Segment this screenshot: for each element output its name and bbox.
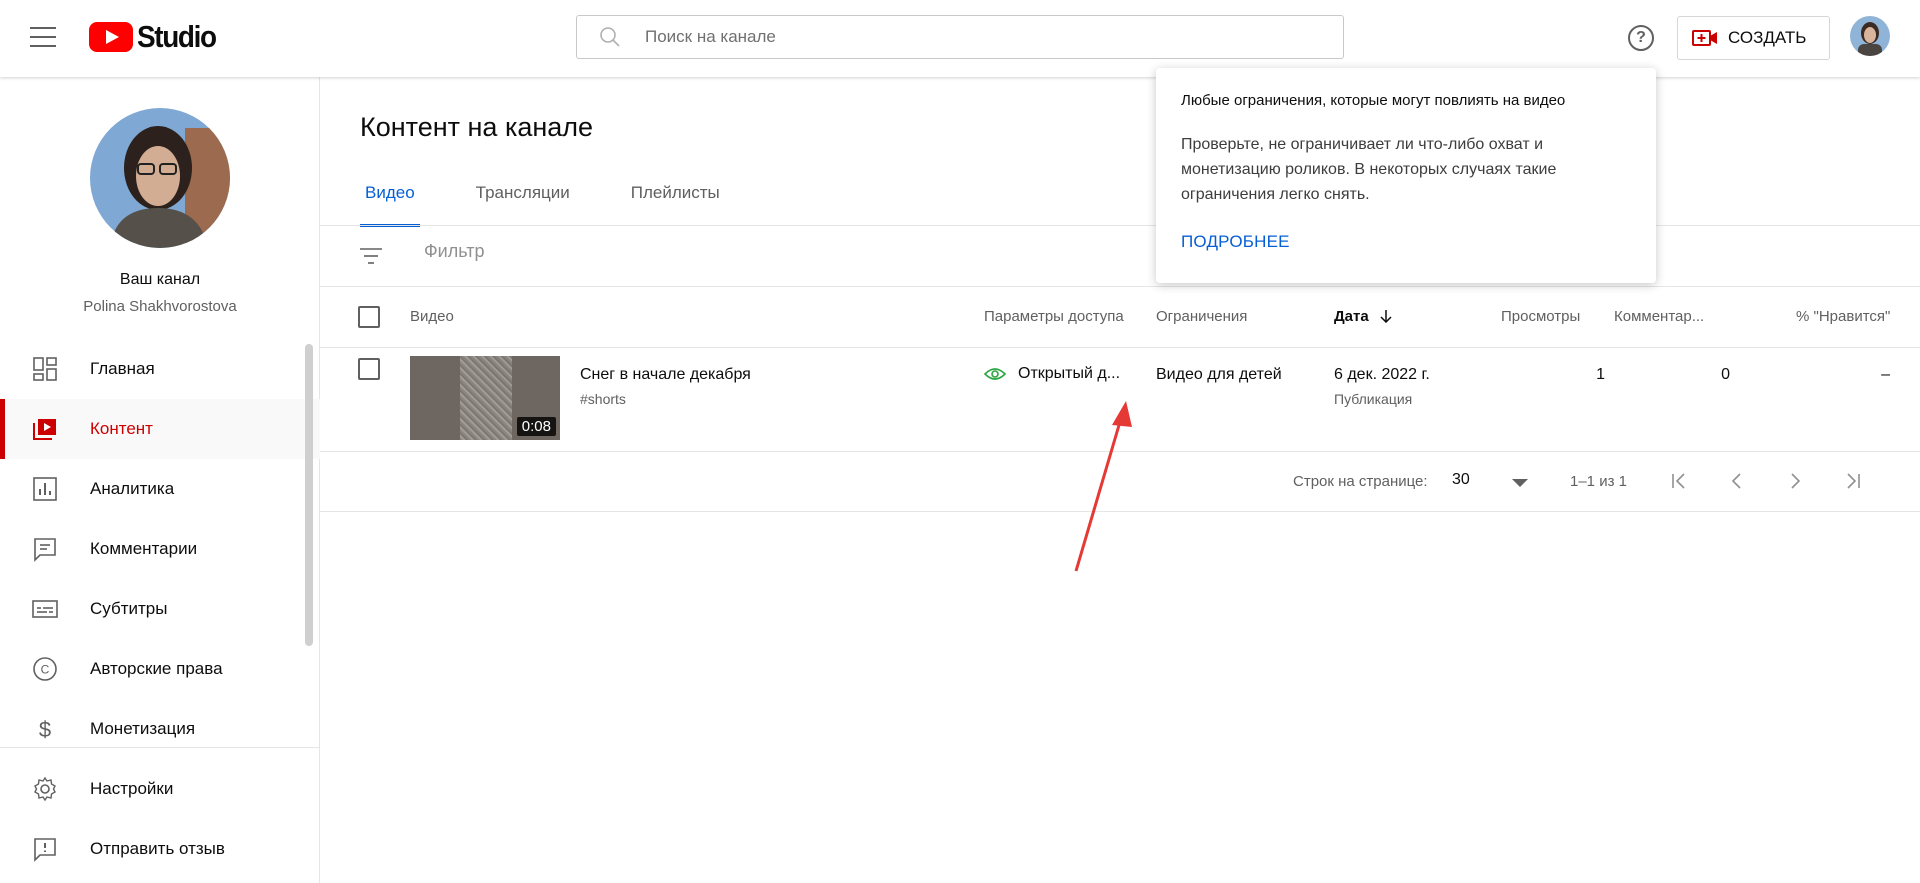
sidebar-item-label: Контент <box>90 419 153 438</box>
date-value: 6 дек. 2022 г. <box>1334 366 1430 383</box>
account-avatar[interactable] <box>1850 16 1890 56</box>
sidebar-item-monetization[interactable]: $ Монетизация <box>0 699 320 759</box>
content-icon <box>33 419 56 440</box>
sidebar-item-dashboard[interactable]: Главная <box>0 339 320 399</box>
column-header-likes[interactable]: % "Нравится" <box>1796 308 1890 325</box>
column-header-visibility[interactable]: Параметры доступа <box>984 308 1124 325</box>
sidebar-item-content[interactable]: Контент <box>0 399 320 459</box>
video-duration: 0:08 <box>516 417 556 436</box>
subtitles-icon <box>32 600 58 618</box>
sidebar-scrollbar[interactable] <box>305 344 313 646</box>
menu-icon[interactable] <box>30 27 56 47</box>
content-tabs: Видео Трансляции Плейлисты <box>360 173 776 227</box>
video-description: #shorts <box>580 391 626 407</box>
visibility-dropdown[interactable]: Открытый д... <box>984 365 1120 383</box>
video-thumbnail[interactable]: 0:08 <box>410 356 560 440</box>
eye-icon <box>984 368 1006 380</box>
search-icon <box>600 27 620 47</box>
sidebar-bottom-nav: Настройки Отправить отзыв <box>0 759 320 879</box>
sidebar-item-label: Аналитика <box>90 479 175 498</box>
sidebar-item-copyright[interactable]: C Авторские права <box>0 639 320 699</box>
rows-per-page-select[interactable]: 30 <box>1452 471 1470 489</box>
sidebar-item-label: Отправить отзыв <box>90 839 225 858</box>
column-header-restrictions[interactable]: Ограничения <box>1156 308 1247 325</box>
table-header: Видео Параметры доступа Ограничения Дата… <box>320 287 1920 347</box>
channel-name: Polina Shakhvorostova <box>83 298 237 315</box>
column-header-date[interactable]: Дата <box>1334 308 1393 325</box>
sidebar-item-label: Главная <box>90 359 155 378</box>
tooltip-title: Любые ограничения, которые могут повлият… <box>1181 92 1566 109</box>
sidebar-item-label: Комментарии <box>90 539 198 558</box>
previous-page-icon[interactable] <box>1724 468 1750 494</box>
filter-input[interactable] <box>424 241 1024 262</box>
views-value: 1 <box>1596 366 1605 383</box>
column-header-date-label: Дата <box>1334 308 1369 325</box>
channel-title: Ваш канал <box>119 271 201 288</box>
sort-down-icon <box>1380 310 1392 324</box>
create-button[interactable]: СОЗДАТЬ <box>1677 16 1830 60</box>
select-all-checkbox[interactable] <box>358 306 380 328</box>
sidebar-item-subtitles[interactable]: Субтитры <box>0 579 320 639</box>
sidebar: Ваш канал Polina Shakhvorostova Главная … <box>0 77 320 883</box>
page-title: Контент на канале <box>360 112 594 142</box>
visibility-label: Открытый д... <box>1018 365 1121 382</box>
avatar-image <box>1850 16 1890 56</box>
column-header-video: Видео <box>410 308 454 325</box>
studio-logo[interactable]: Studio <box>89 19 224 54</box>
video-title[interactable]: Снег в начале декабря <box>580 366 751 384</box>
monetization-icon: $ <box>39 717 51 742</box>
search-input[interactable] <box>645 27 1295 47</box>
filter-icon[interactable] <box>358 243 384 269</box>
sidebar-item-feedback[interactable]: Отправить отзыв <box>0 819 320 879</box>
sidebar-item-label: Авторские права <box>90 659 223 678</box>
sidebar-item-comments[interactable]: Комментарии <box>0 519 320 579</box>
sidebar-item-label: Субтитры <box>90 599 168 618</box>
sidebar-item-settings[interactable]: Настройки <box>0 759 320 819</box>
row-checkbox[interactable] <box>358 358 380 380</box>
last-page-icon[interactable] <box>1840 468 1866 494</box>
analytics-icon <box>33 477 57 501</box>
tab-live[interactable]: Трансляции <box>471 173 575 227</box>
restrictions-value[interactable]: Видео для детей <box>1156 366 1282 384</box>
dashboard-icon <box>33 357 57 381</box>
help-icon[interactable]: ? <box>1628 25 1654 51</box>
rows-per-page-label: Строк на странице: <box>1293 473 1428 490</box>
next-page-icon[interactable] <box>1782 468 1808 494</box>
channel-avatar[interactable] <box>90 108 230 248</box>
comments-icon <box>34 538 56 562</box>
create-label: СОЗДАТЬ <box>1728 28 1807 47</box>
filter-bar <box>320 226 1920 286</box>
comments-value: 0 <box>1721 366 1730 383</box>
thumbnail-image <box>460 356 512 440</box>
feedback-icon <box>34 838 56 862</box>
svg-text:C: C <box>41 663 50 677</box>
sidebar-nav: Главная Контент Аналитика Комментарии Су… <box>0 339 320 759</box>
tab-playlists[interactable]: Плейлисты <box>626 173 725 227</box>
page-range: 1–1 из 1 <box>1570 473 1627 490</box>
column-header-views[interactable]: Просмотры <box>1501 308 1580 325</box>
top-bar: Studio ? СОЗДАТЬ <box>0 0 1920 77</box>
sidebar-divider <box>0 747 320 748</box>
tooltip-body: Проверьте, не ограничивает ли что-либо о… <box>1181 136 1557 203</box>
search-box[interactable] <box>576 15 1344 59</box>
svg-text:$: $ <box>39 717 51 742</box>
dropdown-caret-icon[interactable] <box>1512 479 1528 487</box>
copyright-icon: C <box>33 657 57 681</box>
sidebar-item-analytics[interactable]: Аналитика <box>0 459 320 519</box>
learn-more-link[interactable]: ПОДРОБНЕЕ <box>1181 232 1290 252</box>
annotation-arrow <box>1074 401 1132 572</box>
sidebar-item-label: Настройки <box>90 779 174 798</box>
channel-avatar-image <box>90 108 230 248</box>
restrictions-tooltip: Любые ограничения, которые могут повлият… <box>1156 68 1656 283</box>
tab-videos[interactable]: Видео <box>360 173 420 227</box>
gear-icon <box>34 776 56 802</box>
create-video-icon <box>1692 30 1717 46</box>
column-header-comments[interactable]: Комментар... <box>1614 308 1704 325</box>
sidebar-item-label: Монетизация <box>90 719 196 738</box>
first-page-icon[interactable] <box>1666 468 1692 494</box>
date-status: Публикация <box>1334 391 1413 407</box>
logo-text: Studio <box>137 19 217 54</box>
youtube-logo-icon <box>89 22 133 52</box>
likes-value: – <box>1881 366 1890 383</box>
